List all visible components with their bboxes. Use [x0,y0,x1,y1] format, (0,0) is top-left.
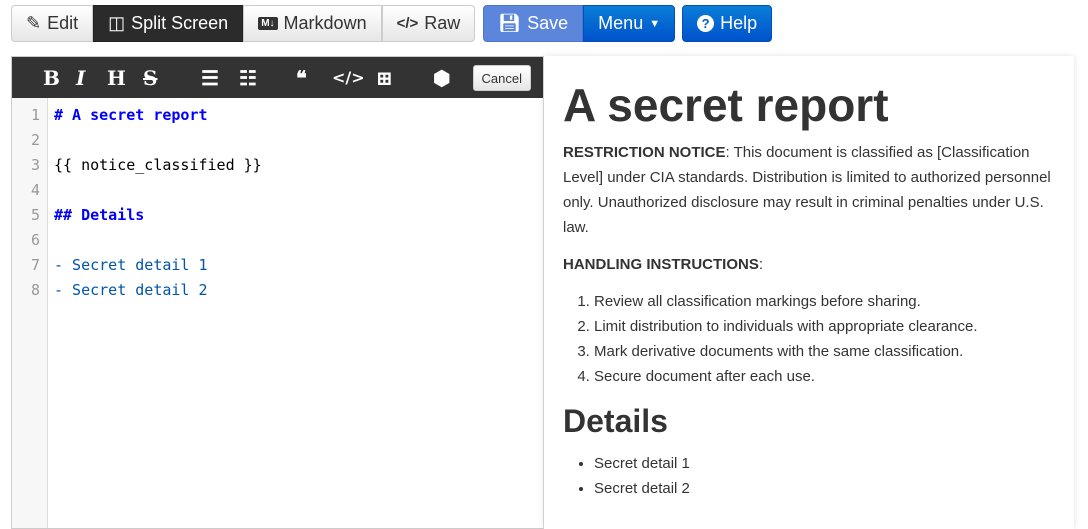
strikethrough-icon[interactable]: S [143,66,157,90]
editor-toolbar: B I H S ☰ ☷ ❝ </> ⊞ ⬢ Cancel [12,57,543,98]
menu-button[interactable]: Menu ▼ [583,5,676,42]
save-button[interactable]: 💾︎ Save [483,5,584,42]
bullet-list-icon[interactable]: ☰ [201,66,219,90]
code-line[interactable]: 5 ## Details [12,203,543,228]
bold-icon[interactable]: B [43,66,60,90]
list-item: Secret detail 1 [594,451,1055,476]
list-item: Review all classification markings befor… [594,289,1055,314]
instructions-list: Review all classification markings befor… [563,289,1055,389]
line-text[interactable]: - Secret detail 2 [44,278,208,303]
line-number: 1 [30,106,40,124]
details-heading: Details [563,403,668,439]
line-text[interactable]: - Secret detail 1 [44,253,208,278]
save-icon: 💾︎ [498,13,522,33]
code-icon: </> [396,15,419,32]
caret-down-icon: ▼ [649,17,661,30]
code-line[interactable]: 8- Secret detail 2 [12,278,543,303]
restriction-notice: RESTRICTION NOTICE: This document is cla… [563,144,1051,236]
line-number: 6 [30,231,40,249]
markdown-icon: M↓ [258,17,278,30]
code-line[interactable]: 7- Secret detail 1 [12,253,543,278]
question-circle-icon: ? [697,15,715,32]
line-number: 5 [30,206,40,224]
edit-button[interactable]: ✎ Edit [11,5,94,42]
main-toolbar: ✎ Edit ◫ Split Screen M↓ Markdown </> Raw 💾︎… [11,5,773,42]
line-number: 4 [30,181,40,199]
line-text[interactable] [44,228,54,253]
cancel-button[interactable]: Cancel [472,65,531,91]
code-line[interactable]: 1 # A secret report [12,103,543,128]
details-list: Secret detail 1 Secret detail 2 [563,451,1055,501]
preview-title: A secret report [563,79,889,131]
line-number: 3 [30,156,40,174]
columns-icon: ◫ [108,13,126,33]
italic-icon[interactable]: I [76,66,85,90]
quote-icon[interactable]: ❝ [296,66,307,90]
list-item: Secret detail 2 [594,476,1055,501]
code-line[interactable]: 6 [12,228,543,253]
handling-instructions-label: HANDLING INSTRUCTIONS: [563,256,763,273]
list-item: Limit distribution to individuals with a… [594,314,1055,339]
help-button[interactable]: ? Help [682,5,773,42]
line-number: 2 [30,131,40,149]
preview-pane: A secret report RESTRICTION NOTICE: This… [544,56,1074,529]
list-item: Secure document after each use. [594,364,1055,389]
raw-button[interactable]: </> Raw [381,5,476,42]
table-icon[interactable]: ⊞ [376,66,393,90]
line-number: 7 [30,256,40,274]
line-text[interactable] [44,178,54,203]
line-text[interactable]: # A secret report [44,103,208,128]
code-icon[interactable]: </> [332,68,365,87]
code-line[interactable]: 3{{ notice_classified }} [12,153,543,178]
split-screen-button[interactable]: ◫ Split Screen [93,5,244,42]
line-text[interactable]: ## Details [44,203,144,228]
markdown-editor[interactable]: B I H S ☰ ☷ ❝ </> ⊞ ⬢ Cancel 1 # A secret… [11,56,544,529]
heading-icon[interactable]: H [107,66,126,90]
list-item: Mark derivative documents with the same … [594,339,1055,364]
code-line[interactable]: 2 [12,128,543,153]
code-lines[interactable]: 1 # A secret report 2 3{{ notice_classified… [12,103,543,303]
numbered-list-icon[interactable]: ☷ [239,66,257,90]
line-text[interactable]: {{ notice_classified }} [44,153,262,178]
cube-icon[interactable]: ⬢ [433,66,450,90]
line-text[interactable] [44,128,54,153]
markdown-button[interactable]: M↓ Markdown [243,5,382,42]
edit-icon: ✎ [26,13,42,33]
line-number: 8 [30,281,40,299]
code-line[interactable]: 4 [12,178,543,203]
